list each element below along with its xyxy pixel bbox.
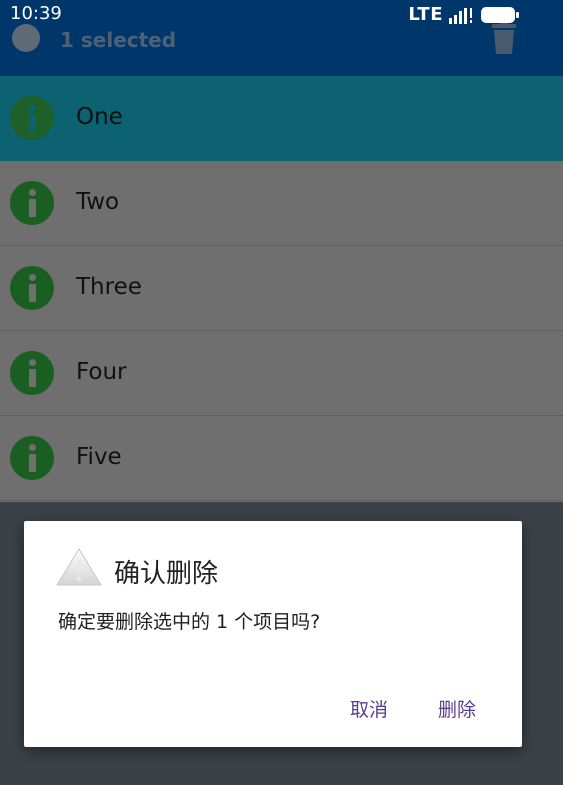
info-icon [10, 351, 54, 395]
status-indicators: LTE [408, 4, 519, 25]
status-bar: 10:39 LTE [0, 0, 563, 30]
list-item[interactable]: One [0, 76, 563, 161]
confirm-delete-dialog: 确认删除 确定要删除选中的 1 个项目吗? 取消 删除 [24, 521, 522, 747]
info-icon [10, 266, 54, 310]
info-icon [10, 96, 54, 140]
list-item[interactable]: Four [0, 331, 563, 416]
item-label: Four [76, 359, 127, 385]
item-label: Two [76, 189, 120, 215]
list-item[interactable]: Two [0, 161, 563, 246]
selected-count: 1 selected [60, 28, 177, 52]
item-label: One [76, 104, 123, 130]
cancel-button[interactable]: 取消 [350, 695, 388, 722]
list-item[interactable]: Five [0, 416, 563, 501]
item-label: Three [76, 274, 142, 300]
list-item[interactable]: Three [0, 246, 563, 331]
dialog-title: 确认删除 [114, 559, 219, 589]
item-list: One Two Three Four Five [0, 76, 563, 501]
status-time: 10:39 [10, 3, 62, 24]
info-icon [10, 181, 54, 225]
item-label: Five [76, 444, 122, 470]
warning-icon [56, 548, 102, 586]
info-icon [10, 436, 54, 480]
battery-icon [481, 6, 519, 23]
signal-icon [449, 7, 472, 24]
dialog-message: 确定要删除选中的 1 个项目吗? [58, 611, 321, 633]
delete-button[interactable]: 删除 [438, 695, 476, 722]
network-type: LTE [408, 4, 443, 25]
